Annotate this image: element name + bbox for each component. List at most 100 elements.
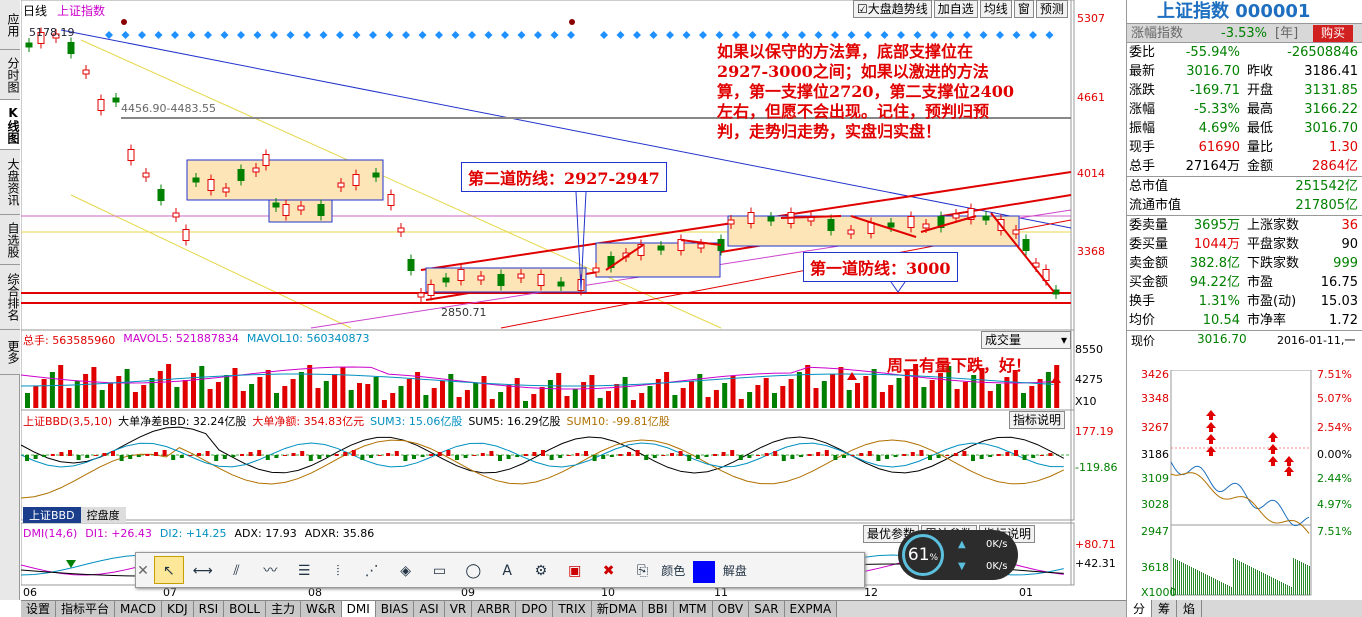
bbd-bar [265,455,270,460]
indicator-tab-trix[interactable]: TRIX [553,601,592,617]
forecast-button[interactable]: 预测 [1035,0,1068,18]
indicator-tab-kdj[interactable]: KDJ [162,601,194,617]
indicator-tab-arbr[interactable]: ARBR [472,601,517,617]
candle-body [252,167,260,173]
indicator-tab-[interactable]: 主力 [266,601,302,617]
wave-icon[interactable]: 〰 [255,557,285,585]
indicator-tab-rsi[interactable]: RSI [193,601,225,617]
price-axis-4661: 4661 [1077,91,1105,104]
sidebar-item-apps[interactable]: 应用 [0,0,20,50]
vertical-lines-icon[interactable]: ⦙ [323,557,353,585]
export-icon[interactable]: ⎘ [627,557,657,585]
mini-left-tick: 3348 [1141,392,1169,405]
indicator-tab-expma[interactable]: EXPMA [784,601,838,617]
volume-bar [647,386,653,408]
sidebar-item-timeshare[interactable]: 分时图 [0,50,20,100]
pointer-icon[interactable]: ↖ [153,556,184,584]
fibonacci-icon[interactable]: ☰ [289,557,319,585]
unlock-button[interactable]: 解盘 [723,557,747,585]
order-value: 382.8亿 [1189,256,1240,271]
volume-bar [489,399,495,408]
indicator-tab-vr[interactable]: VR [444,601,473,617]
volume-bar [531,394,537,408]
tab-minute[interactable]: 分 [1127,600,1153,617]
indicator-tab-dpo[interactable]: DPO [516,601,554,617]
tab-bbd[interactable]: 上证BBD [23,507,81,523]
tab-chips[interactable]: 筹 [1152,600,1178,617]
rectangle-icon[interactable]: ▭ [424,557,454,585]
indicator-tab-bias[interactable]: BIAS [375,601,415,617]
add-watchlist-button[interactable]: 加自选 [933,0,978,18]
sidebar-item-more[interactable]: 更多 [0,330,20,375]
volume-bar [240,391,246,408]
ma-button[interactable]: 均线 [979,0,1012,18]
text-icon[interactable]: A [492,557,522,585]
candle-body [1012,229,1020,235]
volume-bar [1054,365,1060,408]
sidebar-item-ranking[interactable]: 综合排名 [0,265,20,330]
quote-row: 振幅 4.69% 最低 3016.70 [1127,119,1362,138]
indicator-tab-[interactable]: 指标平台 [56,601,116,617]
bbd-bar [248,452,253,456]
indicator-tab-obv[interactable]: OBV [712,601,750,617]
tab-flame[interactable]: 焰 [1177,600,1203,617]
mini-volume-bar [1199,571,1200,595]
sidebar-item-kline[interactable]: K线图 [0,100,20,150]
candle-body [922,223,930,229]
window-button[interactable]: 窗 [1013,0,1034,18]
gear-icon[interactable]: ⚙ [526,557,556,585]
volume-bar [813,388,819,408]
trendline-toggle[interactable]: ☑大盘趋势线 [853,0,932,18]
bbd-bar [205,451,210,456]
fan-icon[interactable]: ⋰ [357,557,387,585]
mini-volume-bar [1233,558,1234,595]
indicator-tab-boll[interactable]: BOLL [224,601,267,617]
indicator-tab-macd[interactable]: MACD [115,601,163,617]
mini-volume-bar [1245,564,1246,595]
indicator-tab-[interactable]: 设置 [21,601,57,617]
indicator-tab-dma[interactable]: 新DMA [591,601,643,617]
channel-icon[interactable]: ◈ [391,557,421,585]
ellipse-icon[interactable]: ◯ [458,557,488,585]
mini-price: 3016.70 [1197,332,1247,346]
indicator-tab-bbi[interactable]: BBI [642,601,674,617]
bbd-bar [842,455,846,458]
parallel-lines-icon[interactable]: ⫽ [221,557,251,585]
close-icon[interactable]: ✕ [136,557,150,585]
bbd-help-button[interactable]: 指标说明 [1009,411,1066,429]
signal-diamond [121,31,130,39]
signal-diamond [319,31,328,39]
bbd-bar [721,452,726,456]
bbd-bar [274,455,279,458]
indicator-tab-sar[interactable]: SAR [749,601,785,617]
color-swatch[interactable] [693,560,716,583]
bbd-bar [334,454,339,456]
delete-icon[interactable]: ✖ [594,557,624,585]
signal-diamond [633,31,641,39]
volume-bar [481,376,487,408]
signal-diamond [402,31,410,39]
indicator-tab-wr[interactable]: W&R [301,601,342,617]
bookmark-icon[interactable]: ▣ [560,557,590,585]
volume-bar [747,392,753,408]
sidebar-item-watchlist[interactable]: 自选股 [0,215,20,265]
volume-dropdown[interactable]: 成交量 ▾ [981,331,1071,349]
strip-tag: [年] [1275,26,1299,41]
candle-body [25,42,33,48]
candle-body [1022,239,1030,251]
quote-row: 委比 -55.94% -26508846 [1127,43,1362,62]
buy-button[interactable]: 购买 [1313,25,1354,42]
segment-icon[interactable]: ⟷ [188,557,218,585]
indicator-tab-asi[interactable]: ASI [414,601,445,617]
mini-volume-bar [1251,567,1252,595]
bbd-bar [566,455,571,456]
volume-bar [58,365,64,408]
volume-bar [713,390,719,408]
network-speed-widget[interactable]: 61% ▲ 0K/s ▼ 0K/s [898,530,1018,580]
tab-control[interactable]: 控盘度 [80,507,126,523]
indicator-tab-mtm[interactable]: MTM [673,601,713,617]
indicator-tab-dmi[interactable]: DMI [341,601,376,617]
sidebar-item-market-news[interactable]: 大盘资讯 [0,150,20,215]
signal-diamond [814,31,823,39]
mini-volume-bar [1203,573,1204,595]
